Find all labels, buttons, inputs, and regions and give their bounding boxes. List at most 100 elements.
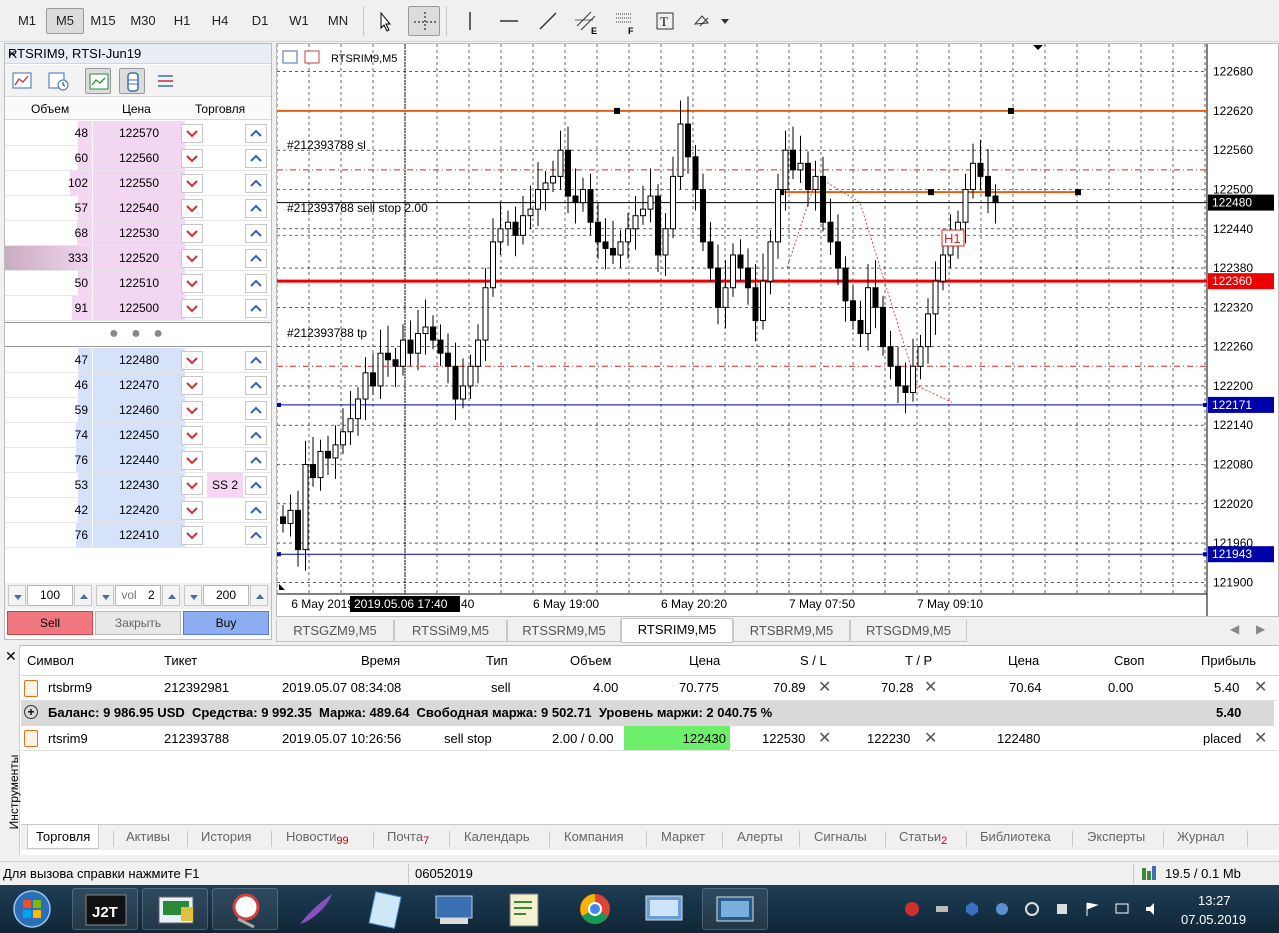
tab-history[interactable]: История — [201, 829, 251, 844]
j2t-app-icon[interactable]: J2T — [72, 888, 138, 930]
buy-level-button[interactable] — [245, 376, 267, 395]
bid-row[interactable]: 47 122480 — [5, 348, 271, 373]
price-cell[interactable]: 122450 — [93, 423, 185, 447]
qty-right-field[interactable]: 200 — [203, 585, 249, 606]
buy-level-button[interactable] — [245, 451, 267, 470]
tab-market[interactable]: Маркет — [661, 829, 705, 844]
col-time[interactable]: Время — [361, 653, 400, 668]
close-icon[interactable]: ✕ — [5, 648, 17, 665]
price-cell[interactable]: 122470 — [93, 373, 185, 397]
chart-tab[interactable]: RTSSRM9,M5 — [507, 620, 621, 642]
text-icon[interactable]: T — [649, 6, 681, 36]
security-icon[interactable] — [964, 901, 980, 917]
ask-row[interactable]: 48 122570 — [5, 121, 271, 146]
remove-sl-icon[interactable]: ✕ — [818, 677, 831, 697]
remove-tp-icon[interactable]: ✕ — [924, 728, 937, 748]
tabs-scroll-right-icon[interactable]: ▶ — [1256, 622, 1265, 636]
bid-row[interactable]: 76 122410 — [5, 523, 271, 548]
usb-icon[interactable] — [934, 901, 950, 917]
ask-row[interactable]: 50 122510 — [5, 271, 271, 296]
display-app-icon[interactable] — [702, 888, 768, 930]
chrome-app-icon[interactable] — [562, 888, 628, 930]
vertical-line-icon[interactable] — [454, 6, 486, 36]
price-cell[interactable]: 122550 — [93, 171, 185, 195]
sell-level-button[interactable] — [181, 376, 203, 395]
tab-mail[interactable]: Почта7 — [387, 829, 429, 847]
keyboard-app-icon[interactable] — [422, 888, 488, 930]
timeframe-m15[interactable]: M15 — [84, 8, 122, 34]
ask-row[interactable]: 57 122540 — [5, 196, 271, 221]
network-tray-icon[interactable] — [1024, 901, 1040, 917]
chart-tab[interactable]: RTSGZM9,M5 — [276, 620, 394, 642]
tab-journal[interactable]: Журнал — [1177, 829, 1224, 844]
price-cell[interactable]: 122520 — [93, 246, 185, 270]
start-button[interactable] — [6, 888, 58, 930]
timeframe-mn[interactable]: MN — [319, 8, 357, 34]
sell-level-button[interactable] — [181, 124, 203, 143]
bid-row[interactable]: 76 122440 — [5, 448, 271, 473]
price-cell[interactable]: 122480 — [93, 348, 185, 372]
cursor-icon[interactable] — [369, 6, 401, 36]
order-row[interactable]: rtsrim9 212393788 2019.05.07 10:26:56 se… — [21, 726, 1278, 751]
increase-left-button[interactable] — [74, 585, 92, 606]
timeframe-h1[interactable]: H1 — [163, 8, 201, 34]
equidistant-channel-icon[interactable]: E — [571, 6, 603, 36]
col-volume[interactable]: Объем — [570, 653, 611, 668]
editor-app-icon[interactable] — [492, 888, 558, 930]
position-sl[interactable]: 70.89 — [773, 680, 806, 695]
col-tp[interactable]: T / P — [905, 653, 932, 668]
col-current-price[interactable]: Цена — [1008, 653, 1039, 668]
one-click-trading-icon[interactable] — [85, 68, 111, 94]
buy-level-button[interactable] — [245, 526, 267, 545]
sell-level-button[interactable] — [181, 249, 203, 268]
tab-experts[interactable]: Эксперты — [1087, 829, 1145, 844]
tool-tray-icon[interactable] — [1054, 901, 1070, 917]
one-click-panel-icon[interactable] — [304, 50, 320, 64]
close-position-icon[interactable]: ✕ — [1254, 677, 1267, 697]
clock-time[interactable]: 13:27 — [1198, 893, 1231, 908]
close-position-button[interactable]: Закрыть — [95, 611, 181, 635]
price-cell[interactable]: 122530 — [93, 221, 185, 245]
col-swap[interactable]: Своп — [1114, 653, 1144, 668]
tab-assets[interactable]: Активы — [126, 829, 170, 844]
buy-level-button[interactable] — [245, 426, 267, 445]
price-cell[interactable]: 122420 — [93, 498, 185, 522]
tab-trade[interactable]: Торговля — [27, 825, 100, 849]
price-cell[interactable]: 122570 — [93, 121, 185, 145]
bid-row[interactable]: 59 122460 — [5, 398, 271, 423]
position-tp[interactable]: 70.28 — [881, 680, 914, 695]
chart-window[interactable]: 122680 122620 122560 122500 122440 122380 1223… — [276, 43, 1279, 617]
orders-list-icon[interactable] — [153, 68, 179, 94]
chart-tab[interactable]: RTSGDM9,M5 — [850, 620, 967, 642]
sell-button[interactable]: Sell — [7, 611, 93, 635]
decrease-left-button[interactable] — [8, 585, 26, 606]
sell-level-button[interactable] — [181, 274, 203, 293]
settings-tray-icon[interactable] — [994, 901, 1010, 917]
network-app-icon[interactable] — [632, 888, 698, 930]
price-cell[interactable]: 122510 — [93, 271, 185, 295]
volume-icon[interactable] — [119, 68, 145, 94]
increase-right-button[interactable] — [250, 585, 268, 606]
tabs-scroll-left-icon[interactable]: ◀ — [1230, 622, 1239, 636]
buy-level-button[interactable] — [245, 149, 267, 168]
trading-terminal-app-icon[interactable] — [142, 888, 208, 930]
action-center-icon[interactable] — [904, 901, 920, 917]
col-type[interactable]: Тип — [486, 653, 508, 668]
tab-alerts[interactable]: Алерты — [737, 829, 783, 844]
vol-field[interactable]: vol 2 — [115, 585, 161, 606]
decrease-vol-button[interactable] — [96, 585, 114, 606]
bid-row[interactable]: 46 122470 — [5, 373, 271, 398]
price-cell[interactable]: 122460 — [93, 398, 185, 422]
timeframe-m30[interactable]: M30 — [124, 8, 162, 34]
buy-level-button[interactable] — [245, 199, 267, 218]
order-tp[interactable]: 122230 — [867, 731, 910, 746]
tab-articles[interactable]: Статьи2 — [899, 829, 947, 847]
col-symbol[interactable]: Символ — [27, 653, 74, 668]
col-profit[interactable]: Прибыль — [1201, 653, 1256, 668]
price-cell[interactable]: 122430 — [93, 473, 185, 497]
monitor-tray-icon[interactable] — [1114, 901, 1130, 917]
fibonacci-icon[interactable]: F — [610, 6, 642, 36]
chart-icon[interactable] — [9, 68, 35, 94]
shapes-icon[interactable] — [688, 6, 734, 36]
horizontal-line-icon[interactable] — [493, 6, 525, 36]
